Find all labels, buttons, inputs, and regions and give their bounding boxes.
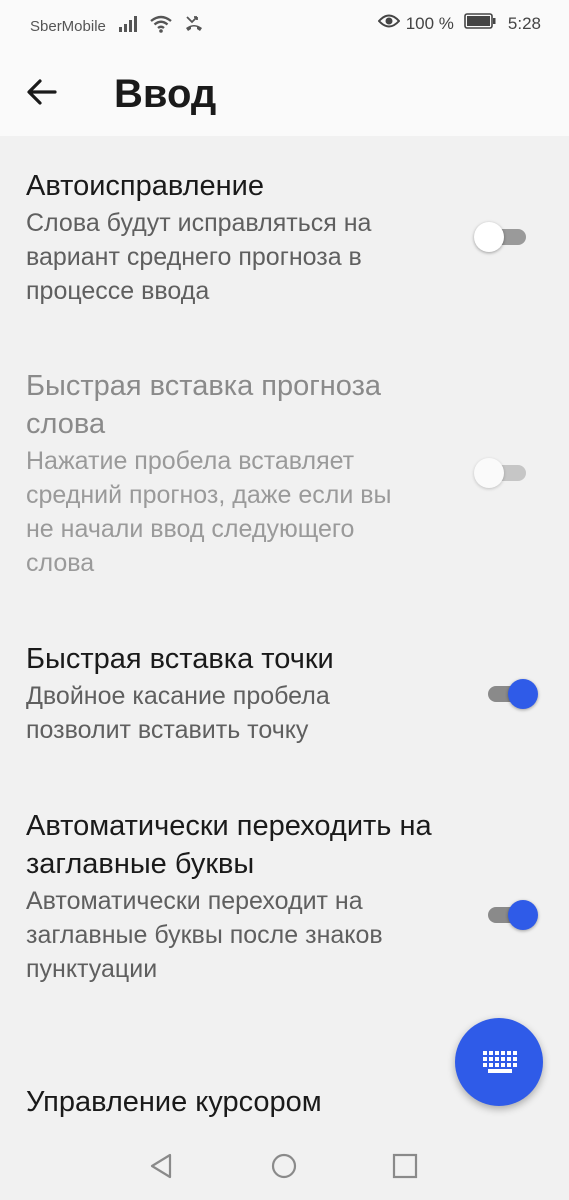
autocorrect-toggle[interactable] bbox=[474, 219, 528, 253]
wifi-icon bbox=[150, 15, 172, 37]
status-right: 100 % 5:28 bbox=[377, 13, 541, 34]
clock: 5:28 bbox=[507, 13, 541, 33]
toggle-thumb bbox=[508, 679, 538, 709]
missed-call-icon bbox=[184, 15, 204, 37]
auto-capitalize-toggle[interactable] bbox=[486, 897, 540, 931]
setting-autocorrect[interactable]: Автоисправление Слова будут исправляться… bbox=[26, 167, 446, 308]
carrier-name: SberMobile bbox=[30, 17, 106, 35]
navigation-bar bbox=[0, 1130, 569, 1200]
eye-icon bbox=[377, 13, 401, 34]
battery-icon bbox=[464, 13, 496, 34]
setting-quick-prediction[interactable]: Быстрая вставка прогноза слова Нажатие п… bbox=[26, 367, 446, 580]
nav-back-icon[interactable] bbox=[148, 1152, 176, 1185]
setting-title: Быстрая вставка точки bbox=[26, 643, 334, 675]
setting-quick-period[interactable]: Быстрая вставка точки Двойное касание пр… bbox=[26, 640, 446, 747]
setting-subtitle: Автоматически переходит на заглавные бук… bbox=[26, 887, 383, 983]
status-bar: SberMobile 100 % 5:28 bbox=[0, 0, 569, 48]
setting-title: Быстрая вставка прогноза слова bbox=[26, 370, 382, 440]
nav-recents-icon[interactable] bbox=[392, 1153, 418, 1184]
toggle-thumb bbox=[508, 900, 538, 930]
page-title: Ввод bbox=[114, 72, 217, 116]
app-bar: Ввод bbox=[0, 48, 569, 136]
signal-icon bbox=[118, 16, 138, 36]
keyboard-icon bbox=[483, 1051, 517, 1073]
quick-period-toggle[interactable] bbox=[486, 676, 540, 710]
status-left: SberMobile bbox=[30, 15, 204, 37]
nav-home-icon[interactable] bbox=[270, 1152, 298, 1185]
setting-subtitle: Двойное касание пробела позволит вставит… bbox=[26, 682, 330, 744]
setting-title: Автоисправление bbox=[26, 170, 264, 202]
setting-cursor-control[interactable]: Управление курсором bbox=[26, 1083, 446, 1121]
setting-title: Автоматически переходить на заглавные бу… bbox=[26, 810, 432, 880]
keyboard-fab-button[interactable] bbox=[455, 1018, 543, 1106]
setting-subtitle: Нажатие пробела вставляет средний прогно… bbox=[26, 447, 392, 577]
setting-subtitle: Слова будут исправляться на вариант сред… bbox=[26, 209, 372, 305]
battery-percent: 100 % bbox=[405, 13, 454, 33]
arrow-back-icon[interactable] bbox=[22, 72, 62, 112]
setting-title: Управление курсором bbox=[26, 1086, 322, 1118]
toggle-thumb bbox=[474, 458, 504, 488]
toggle-thumb bbox=[474, 222, 504, 252]
quick-prediction-toggle[interactable] bbox=[474, 455, 528, 489]
setting-auto-capitalize[interactable]: Автоматически переходить на заглавные бу… bbox=[26, 807, 446, 986]
